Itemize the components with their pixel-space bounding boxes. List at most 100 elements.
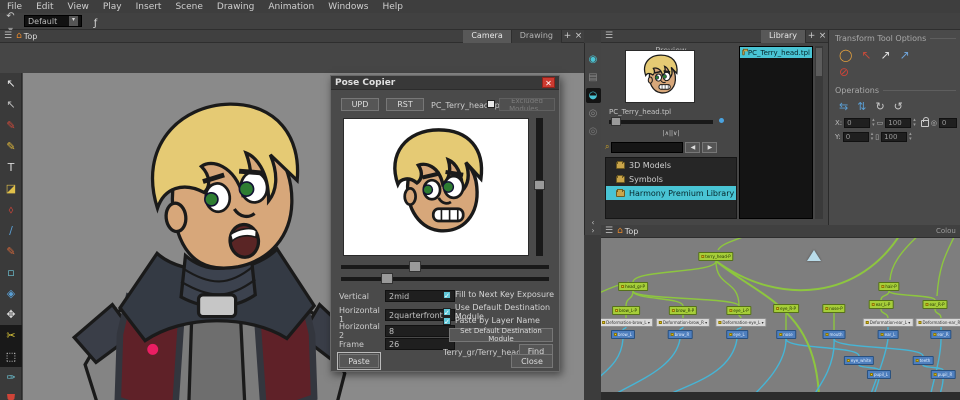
library-scrollbar[interactable]	[815, 46, 823, 219]
x-input[interactable]: 0	[844, 118, 870, 128]
dialog-titlebar[interactable]: Pose Copier ✕	[331, 76, 559, 90]
search-input[interactable]	[611, 142, 683, 153]
slider-handle[interactable]	[534, 180, 545, 190]
node-teeth[interactable]: teeth	[913, 356, 934, 365]
close-view-button[interactable]: ×	[573, 31, 584, 41]
transform-tool[interactable]: ↖	[0, 94, 22, 115]
close-icon[interactable]: ✕	[542, 77, 555, 88]
cutter-tool[interactable]: ✂	[0, 325, 22, 346]
select-plus-icon[interactable]: ↗	[900, 48, 910, 62]
menu-item-drawing[interactable]: Drawing	[210, 2, 261, 12]
function-icon[interactable]: ƒ	[87, 17, 104, 31]
show-hide-icon[interactable]: ◒	[586, 88, 601, 103]
menu-item-animation[interactable]: Animation	[261, 2, 321, 12]
snapping-disabled-icon[interactable]: ⊘	[839, 65, 849, 79]
node-eye_l-p[interactable]: eye_L-P	[726, 306, 751, 315]
flip-vertical-icon[interactable]: ⇅	[857, 100, 866, 113]
select-drawing-icon[interactable]: ↖	[861, 48, 871, 62]
panel-menu-icon[interactable]: ☰	[601, 226, 617, 236]
pencil-tool[interactable]: ✎	[0, 136, 22, 157]
node-breadcrumb[interactable]: Top	[625, 227, 639, 236]
marquee-select-tool[interactable]: ⬚	[0, 346, 22, 367]
play-dot-icon[interactable]	[719, 118, 724, 123]
set-default-destination-button[interactable]: Set Default Destination Module	[449, 328, 553, 342]
excluded-checkbox[interactable]	[487, 100, 495, 108]
node-eye_r-p[interactable]: eye_R-P	[773, 304, 799, 313]
node-nose-p[interactable]: nose-P	[822, 304, 845, 313]
tab-library[interactable]: Library	[761, 30, 806, 43]
field-input[interactable]: 8	[385, 325, 455, 337]
node-mouth[interactable]: mouth	[823, 330, 846, 339]
library-tree-item[interactable]: Harmony Premium Library	[606, 186, 736, 200]
select-tool[interactable]: ↖	[0, 73, 22, 94]
text-tool[interactable]: T	[0, 157, 22, 178]
node-deformation-brow_l[interactable]: Deformation-brow_L ▾	[601, 318, 653, 327]
undo-icon[interactable]: ↶	[2, 10, 19, 24]
node-brow_r-p[interactable]: brow_R-P	[669, 306, 697, 315]
preview-slider[interactable]	[609, 120, 713, 124]
dropper-tool[interactable]: ✑	[0, 367, 22, 388]
menu-item-insert[interactable]: Insert	[129, 2, 169, 12]
menu-item-windows[interactable]: Windows	[321, 2, 375, 12]
chevron-down-icon[interactable]: ▾	[69, 16, 78, 26]
node-brow_r[interactable]: brow_R	[668, 330, 693, 339]
node-pupil_l[interactable]: pupil_L	[867, 370, 891, 379]
close-button[interactable]: Close	[511, 354, 553, 368]
workspace-select[interactable]: Default ▾	[24, 15, 82, 27]
tab-drawing[interactable]: Drawing	[512, 30, 562, 43]
camera-view-icon[interactable]: ◉	[586, 52, 601, 67]
node-hair-p[interactable]: hair-P	[878, 282, 899, 291]
node-ear_r[interactable]: ear_R	[930, 330, 951, 339]
paste-button[interactable]: Paste	[339, 354, 379, 368]
menu-item-help[interactable]: Help	[375, 2, 410, 12]
drag-tool[interactable]: ✥	[0, 304, 22, 325]
node-view-scrollbar[interactable]	[601, 392, 960, 400]
menu-item-edit[interactable]: Edit	[29, 2, 60, 12]
panel-menu-icon[interactable]: ☰	[0, 31, 16, 41]
angle-input[interactable]: 0	[939, 118, 957, 128]
rotate-ccw-icon[interactable]: ↺	[894, 100, 903, 113]
strip-scroll-arrows[interactable]: ‹›	[591, 219, 594, 235]
checkbox[interactable]: ✓	[443, 317, 451, 325]
node-ear_l[interactable]: ear_L	[878, 330, 899, 339]
outline-view-icon[interactable]: ◎	[586, 106, 601, 121]
panel-menu-icon[interactable]: ☰	[601, 31, 617, 41]
eraser-tool[interactable]: ◪	[0, 178, 22, 199]
scale-y-input[interactable]: 100	[881, 132, 907, 142]
slider-handle[interactable]	[409, 261, 421, 272]
navigation-triangle-icon[interactable]	[807, 250, 821, 261]
flip-horizontal-icon[interactable]: ⇆	[839, 100, 848, 113]
horizontal-pose-slider-1[interactable]	[341, 265, 549, 269]
library-tree-item[interactable]: 3D Models	[606, 158, 736, 172]
brush-tool[interactable]: ✎	[0, 115, 22, 136]
scale-x-input[interactable]: 100	[885, 118, 911, 128]
add-view-button[interactable]: +	[562, 31, 573, 41]
node-brow_l-p[interactable]: brow_L-P	[612, 306, 640, 315]
drawing-view-icon[interactable]: ▤	[586, 70, 601, 85]
node-ear_r-p[interactable]: ear_R-P	[922, 300, 947, 309]
render-view-icon[interactable]: ◎	[586, 124, 601, 139]
checkbox[interactable]: ✓	[443, 308, 451, 316]
ink-tool[interactable]: ⛊	[0, 388, 22, 400]
node-head_gr-p[interactable]: head_gr-P	[618, 282, 648, 291]
node-pupil_r[interactable]: pupil_R	[931, 370, 956, 379]
y-input[interactable]: 0	[843, 132, 869, 142]
splitter-arrows[interactable]: |∧||∨|	[605, 130, 737, 137]
slider-handle[interactable]	[611, 117, 621, 126]
node-eye_l[interactable]: eye_L	[726, 330, 748, 339]
prev-result-button[interactable]: ◀	[685, 142, 700, 153]
lock-icon[interactable]	[921, 120, 929, 127]
node-eye_white[interactable]: eye_white	[844, 356, 874, 365]
rotate-cw-icon[interactable]: ↻	[875, 100, 884, 113]
paint-tool[interactable]: ⬨	[0, 199, 22, 220]
tab-camera[interactable]: Camera	[463, 30, 511, 43]
rst-button[interactable]: RST	[386, 98, 424, 111]
select-arrow-icon[interactable]: ↗	[881, 48, 891, 62]
checkbox[interactable]: ✓	[443, 291, 451, 299]
line-tool[interactable]: ∕	[0, 220, 22, 241]
menu-item-scene[interactable]: Scene	[168, 2, 209, 12]
add-view-button[interactable]: +	[806, 31, 817, 41]
node-deformation-ear_r[interactable]: Deformation-ear_R ▾	[915, 318, 960, 327]
horizontal-pose-slider-2[interactable]	[341, 277, 549, 281]
node-ear_l-p[interactable]: ear_L-P	[869, 300, 894, 309]
